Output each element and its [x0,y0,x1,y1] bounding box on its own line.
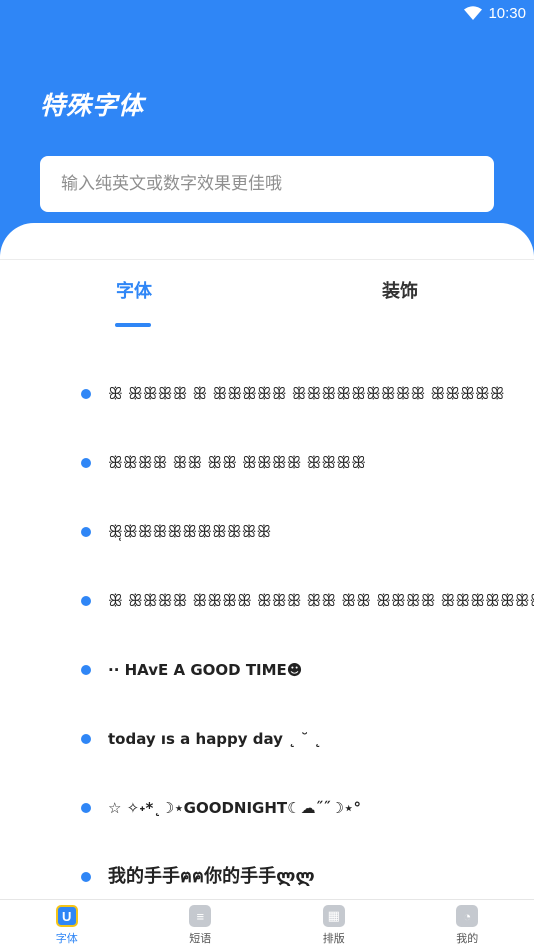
status-time: 10:30 [488,4,526,22]
bottom-nav: U 字体 ≡ 短语 ▦ 排版 ◔ 我的 [0,899,534,949]
active-tab-indicator [115,323,151,327]
font-sample-text: ꕥꕥꕥꕥ ꕥꕥ ꕥꕥ ꕥꕥꕥꕥ ꕥꕥꕥꕥ [108,453,366,472]
font-sample-text: ꕥ ꕥꕥꕥꕥ ꕥꕥꕥꕥ ꕥꕥꕥ ꕥꕥ ꕥꕥ ꕥꕥꕥꕥ ꕥꕥꕥꕥꕥꕥꕥ [108,591,534,610]
list-item[interactable]: today ıs a happy day ˛ ˘ ˛ [0,719,534,759]
tab-font[interactable]: 字体 [116,277,152,303]
profile-icon: ◔ [456,905,479,927]
bullet-dot [81,458,91,468]
nav-label: 字体 [55,932,78,945]
font-sample-text: ꕥ ꕥꕥꕥꕥ ꕥ ꕥꕥꕥꕥꕥ ꕥꕥꕥꕥꕥꕥꕥꕥꕥ ꕥꕥꕥꕥꕥ [108,384,505,403]
font-icon: U [55,905,78,927]
nav-label: 短语 [189,932,212,945]
tab-bar: 字体 装饰 [0,277,534,329]
font-sample-text: ꕥ̜ꕥꕥꕥꕥꕥꕥꕥꕥꕥꕥ [108,522,272,541]
list-item[interactable]: 我的手手ฅฅ你的手手ლლ [0,857,534,897]
list-item[interactable]: ꕥ̜ꕥꕥꕥꕥꕥꕥꕥꕥꕥꕥ [0,512,534,552]
page-title: 特殊字体 [40,92,145,120]
tab-decoration[interactable]: 装饰 [382,277,418,303]
nav-item-layout[interactable]: ▦ 排版 [267,900,401,949]
list-item[interactable]: ꕥ ꕥꕥꕥꕥ ꕥ ꕥꕥꕥꕥꕥ ꕥꕥꕥꕥꕥꕥꕥꕥꕥ ꕥꕥꕥꕥꕥ [0,374,534,414]
nav-label: 排版 [322,932,345,945]
status-bar: 10:30 [464,0,526,26]
bullet-dot [81,665,91,675]
bullet-dot [81,527,91,537]
search-input[interactable] [61,174,473,194]
bullet-dot [81,596,91,606]
nav-item-profile[interactable]: ◔ 我的 [401,900,534,949]
nav-label: 我的 [456,932,479,945]
font-sample-text: 我的手手ฅฅ你的手手ლლ [108,866,315,887]
layout-icon: ▦ [322,905,345,927]
font-sample-text: ☆ ✧˖*˛☽⋆GOODNIGHT☾☁˝˝☽⋆° [108,799,361,817]
nav-item-font[interactable]: U 字体 [0,900,134,949]
font-sample-text: today ıs a happy day ˛ ˘ ˛ [108,730,322,748]
search-box[interactable] [40,156,494,212]
bullet-dot [81,872,91,882]
list-item[interactable]: ꕥꕥꕥꕥ ꕥꕥ ꕥꕥ ꕥꕥꕥꕥ ꕥꕥꕥꕥ [0,443,534,483]
phrase-icon: ≡ [189,905,212,927]
divider [0,259,534,260]
wifi-icon [464,6,483,20]
list-item[interactable]: ꕥ ꕥꕥꕥꕥ ꕥꕥꕥꕥ ꕥꕥꕥ ꕥꕥ ꕥꕥ ꕥꕥꕥꕥ ꕥꕥꕥꕥꕥꕥꕥ [0,581,534,621]
font-sample-text: ·· HAvE A GOOD TIME☻ [108,661,303,679]
list-item[interactable]: ·· HAvE A GOOD TIME☻ [0,650,534,690]
bullet-dot [81,389,91,399]
bullet-dot [81,734,91,744]
bullet-dot [81,803,91,813]
nav-item-phrase[interactable]: ≡ 短语 [134,900,268,949]
header-banner: 10:30 特殊字体 [0,0,534,260]
content-panel: 字体 装饰 ꕥ ꕥꕥꕥꕥ ꕥ ꕥꕥꕥꕥꕥ ꕥꕥꕥꕥꕥꕥꕥꕥꕥ ꕥꕥꕥꕥꕥ ꕥꕥꕥ… [0,223,534,899]
list-item[interactable]: ☆ ✧˖*˛☽⋆GOODNIGHT☾☁˝˝☽⋆° [0,788,534,828]
